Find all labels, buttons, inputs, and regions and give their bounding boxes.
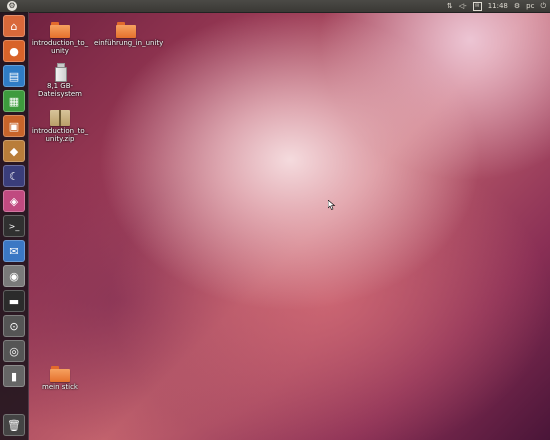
launcher-impress-icon[interactable]: ▣ (3, 115, 25, 137)
user-name[interactable]: pc (526, 0, 534, 12)
launcher-workspace-switcher-icon[interactable]: ⊙ (3, 315, 25, 337)
usb-drive-icon (55, 63, 67, 82)
launcher-dash-home-icon[interactable]: ⌂ (3, 15, 25, 37)
clock[interactable]: 11:48 (488, 0, 508, 12)
folder-icon (50, 22, 70, 38)
launcher-trash-icon[interactable]: 🗑 (3, 414, 25, 436)
folder-icon (50, 366, 70, 382)
launcher-screenshot-icon[interactable]: ◉ (3, 265, 25, 287)
sound-icon[interactable]: ◁- (459, 0, 467, 12)
power-icon[interactable]: ⏻ (540, 0, 546, 12)
desktop-folder-mein-stick[interactable]: mein stick (28, 366, 92, 391)
top-panel: ⚙ ⇅ ◁- ✉ 11:48 ⚙ pc ⏻ (0, 0, 550, 13)
launcher-firefox-icon[interactable]: ● (3, 40, 25, 62)
network-icon[interactable]: ⇅ (447, 0, 453, 12)
zip-archive-icon (50, 110, 70, 126)
desktop-drive-8gb[interactable]: 8,1 GB-Dateisystem (28, 63, 92, 98)
desktop-icon-label: 8,1 GB-Dateisystem (38, 82, 82, 98)
desktop-icon-label: einführung_in_unity (94, 39, 164, 47)
user-icon[interactable]: ⚙ (514, 0, 520, 12)
launcher-usb-drive-icon[interactable]: ▮ (3, 365, 25, 387)
launcher-writer-icon[interactable]: ▤ (3, 65, 25, 87)
desktop-icon-label: mein stick (42, 383, 78, 391)
launcher: ⌂ ● ▤ ▦ ▣ ◆ ☾ ◈ >_ ✉ ◉ ▬ ⊙ ◎ ▮ 🗑 (0, 12, 29, 440)
launcher-software-center-icon[interactable]: ◆ (3, 140, 25, 162)
launcher-calc-icon[interactable]: ▦ (3, 90, 25, 112)
desktop-icon-label: introduction_to_ unity.zip (31, 127, 89, 143)
indicator-area: ⇅ ◁- ✉ 11:48 ⚙ pc ⏻ (447, 0, 546, 12)
folder-icon (116, 22, 136, 38)
launcher-screensaver-icon[interactable]: ☾ (3, 165, 25, 187)
ubuntu-logo-icon[interactable]: ⚙ (7, 1, 17, 11)
launcher-installer-icon[interactable]: ◈ (3, 190, 25, 212)
desktop-folder-introduction-to-unity[interactable]: introduction_to_ unity (28, 22, 92, 55)
launcher-system-monitor-icon[interactable]: ▬ (3, 290, 25, 312)
desktop-zip-introduction-to-unity[interactable]: introduction_to_ unity.zip (28, 110, 92, 143)
launcher-search-icon[interactable]: ◎ (3, 340, 25, 362)
desktop-icon-label: introduction_to_ unity (31, 39, 89, 55)
messaging-icon[interactable]: ✉ (472, 1, 482, 11)
launcher-terminal-icon[interactable]: >_ (3, 215, 25, 237)
mouse-cursor-icon (328, 200, 336, 210)
desktop-folder-einfuehrung-in-unity[interactable]: einführung_in_unity (94, 22, 164, 47)
launcher-thunderbird-icon[interactable]: ✉ (3, 240, 25, 262)
